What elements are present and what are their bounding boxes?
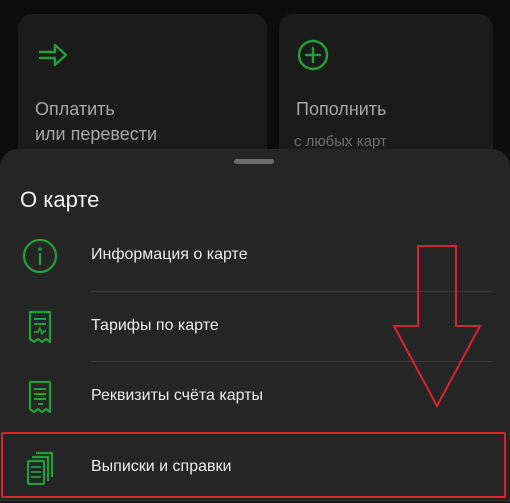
transfer-arrow-icon <box>39 43 68 67</box>
pay-or-transfer-title: Оплатить или перевести <box>35 99 158 144</box>
menu-item-label: Реквизиты счёта карты <box>91 387 264 404</box>
sheet-drag-handle[interactable] <box>234 159 274 164</box>
sheet-title: О карте <box>20 187 100 212</box>
info-icon <box>22 238 58 274</box>
top-up-subtitle: с любых карт <box>294 133 387 150</box>
top-up-tile[interactable]: Пополнить с любых карт <box>279 14 493 164</box>
menu-item-label: Информация о карте <box>91 246 248 263</box>
tariff-document-icon <box>28 310 52 344</box>
top-up-title: Пополнить <box>296 99 387 119</box>
down-arrow-annotation-icon <box>392 245 482 409</box>
plus-circle-icon <box>297 39 329 71</box>
menu-item-label: Тарифы по карте <box>91 317 219 334</box>
highlight-frame <box>1 432 506 498</box>
requisites-document-icon <box>28 380 52 414</box>
pay-or-transfer-tile[interactable]: Оплатить или перевести <box>18 14 267 164</box>
